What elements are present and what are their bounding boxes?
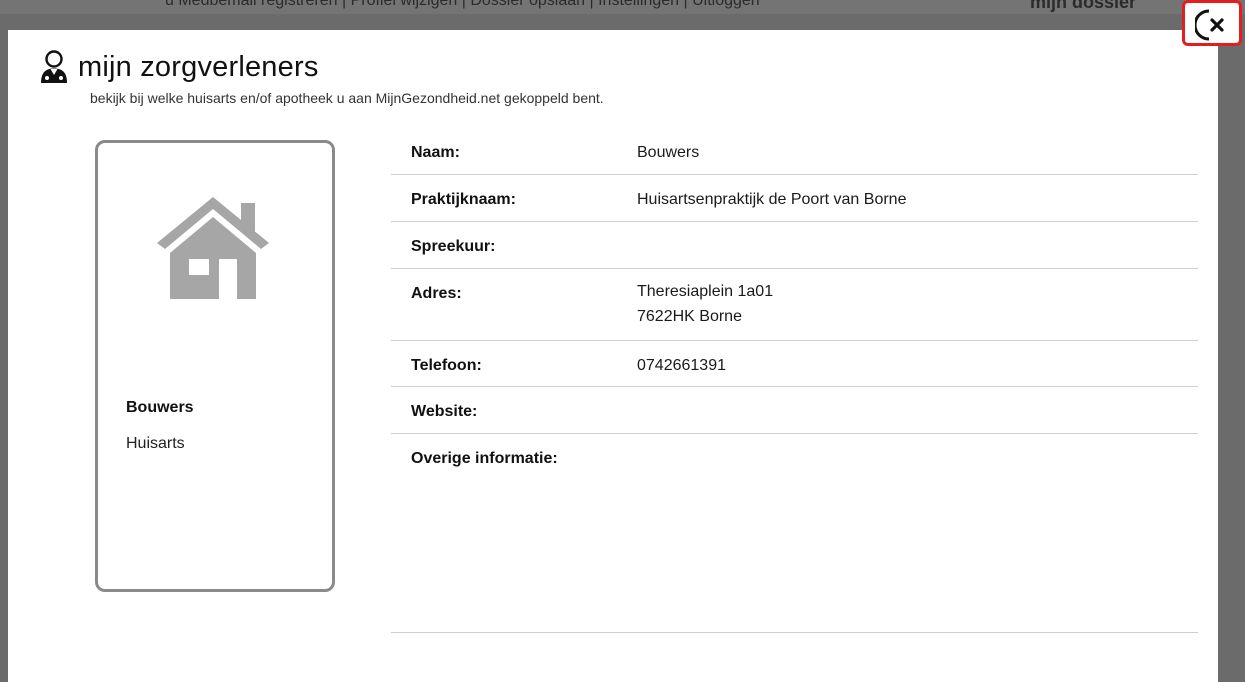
detail-label: Website: [411, 403, 478, 420]
detail-row-spreekuur: Spreekuur: [391, 222, 1198, 269]
zorgverleners-modal: mijn zorgverleners bekijk bij welke huis… [8, 30, 1218, 682]
detail-label: Overige informatie: [411, 450, 558, 467]
detail-row-overige-informatie: Overige informatie: [391, 434, 1198, 633]
page-subtitle: bekijk bij welke huisarts en/of apotheek… [90, 90, 604, 106]
detail-row-website: Website: [391, 387, 1198, 434]
background-top-nav: u Medbemail registreren | Profiel wijzig… [0, 0, 1245, 14]
detail-row-praktijknaam: Praktijknaam: Huisartsenpraktijk de Poor… [391, 175, 1198, 222]
background-section-title: mijn dossier [1030, 0, 1137, 12]
detail-label: Spreekuur: [411, 238, 496, 255]
detail-value: 0742661391 [637, 357, 726, 374]
house-icon [153, 193, 273, 303]
detail-row-adres: Adres: Theresiaplein 1a01 7622HK Borne [391, 269, 1198, 341]
detail-label: Praktijknaam: [411, 191, 516, 208]
detail-row-naam: Naam: Bouwers [391, 128, 1198, 175]
title-row: mijn zorgverleners [38, 50, 319, 84]
close-button[interactable] [1182, 0, 1242, 46]
close-icon [1195, 9, 1227, 41]
provider-card: Bouwers Huisarts [95, 140, 335, 592]
detail-value: Huisartsenpraktijk de Poort van Borne [637, 191, 907, 208]
card-provider-type: Huisarts [126, 435, 185, 452]
detail-row-telefoon: Telefoon: 0742661391 [391, 341, 1198, 387]
background-nav-links: u Medbemail registreren | Profiel wijzig… [165, 0, 760, 9]
page-title: mijn zorgverleners [78, 50, 319, 83]
detail-value: Theresiaplein 1a01 7622HK Borne [637, 279, 773, 340]
provider-details: Naam: Bouwers Praktijknaam: Huisartsenpr… [391, 128, 1198, 633]
doctor-icon [38, 50, 70, 84]
detail-value: Bouwers [637, 144, 700, 161]
address-line-2: 7622HK Borne [637, 308, 742, 325]
address-line-1: Theresiaplein 1a01 [637, 283, 774, 300]
detail-label: Naam: [411, 144, 460, 161]
detail-label: Adres: [411, 285, 462, 302]
detail-label: Telefoon: [411, 357, 482, 374]
modal-header: mijn zorgverleners bekijk bij welke huis… [38, 50, 604, 106]
card-provider-name: Bouwers [126, 399, 194, 416]
